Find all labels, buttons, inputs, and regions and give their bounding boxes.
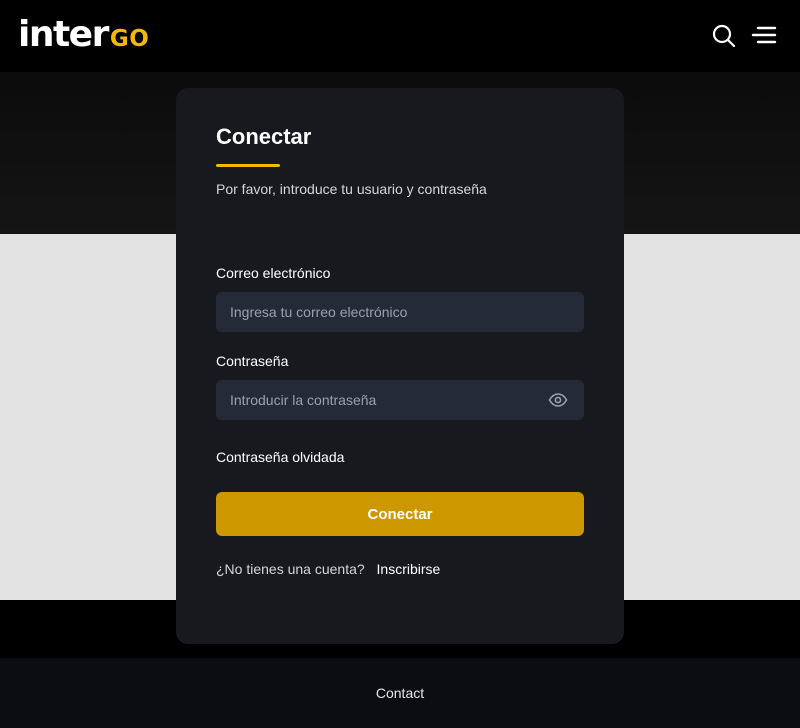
login-submit-button[interactable]: Conectar [216,492,584,536]
forgot-password-link[interactable]: Contraseña olvidada [216,449,344,465]
email-label: Correo electrónico [216,265,331,281]
hamburger-menu-icon[interactable] [750,22,778,50]
login-subtitle: Por favor, introduce tu usuario y contra… [216,181,487,197]
logo-text-accent: GO [109,26,150,52]
footer-contact-link[interactable]: Contact [376,685,424,701]
logo-text-main: inter [18,14,109,55]
eye-icon[interactable] [548,391,568,409]
intergo-logo[interactable]: inter GO [18,14,149,55]
password-field[interactable] [216,380,584,420]
title-underline [216,164,280,167]
page-footer: Contact [0,658,800,728]
login-card: Conectar Por favor, introduce tu usuario… [176,88,624,644]
login-title: Conectar [216,124,312,149]
top-header: inter GO [0,0,800,72]
password-label: Contraseña [216,353,289,369]
email-field[interactable] [216,292,584,332]
signup-prompt: ¿No tienes una cuenta? Inscribirse [216,561,440,577]
search-icon[interactable] [710,22,738,50]
signup-link[interactable]: Inscribirse [377,561,441,577]
no-account-text: ¿No tienes una cuenta? [216,561,365,577]
